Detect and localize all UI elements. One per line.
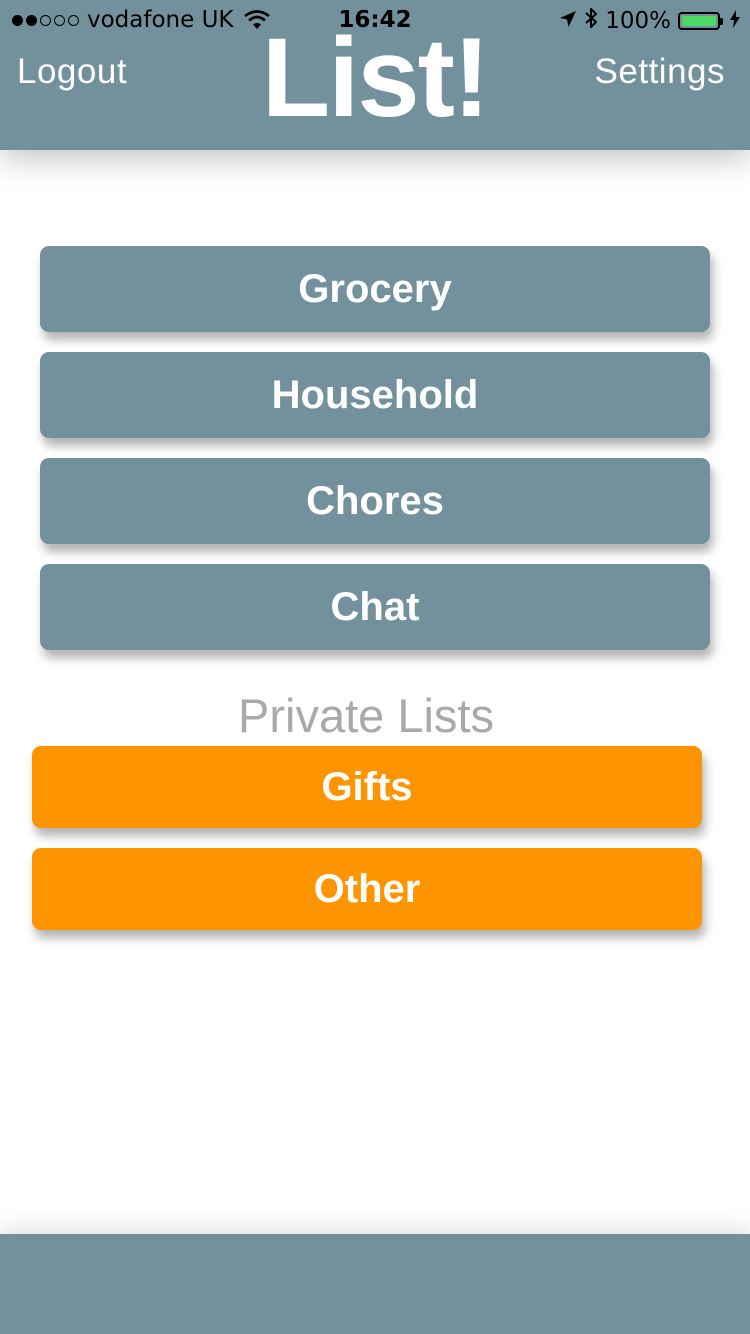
other-list-button[interactable]: Other	[32, 848, 702, 930]
household-list-button[interactable]: Household	[40, 352, 710, 438]
chat-button[interactable]: Chat	[40, 564, 710, 650]
footer-bar	[0, 1234, 750, 1334]
private-lists-heading: Private Lists	[238, 689, 494, 742]
settings-button[interactable]: Settings	[595, 52, 725, 92]
grocery-list-button[interactable]: Grocery	[40, 246, 710, 332]
gifts-list-button[interactable]: Gifts	[32, 746, 702, 828]
app-header: vodafone UK 16:42 100% Logout List! Sett…	[0, 0, 750, 150]
chores-list-button[interactable]: Chores	[40, 458, 710, 544]
